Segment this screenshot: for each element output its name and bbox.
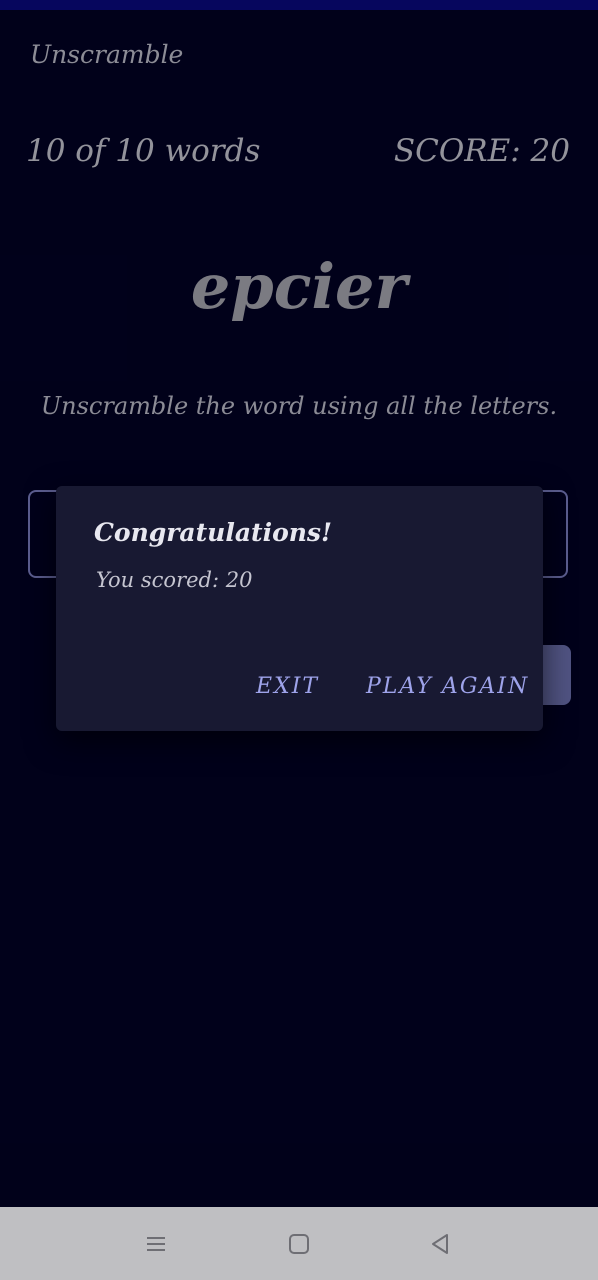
back-icon[interactable] xyxy=(425,1229,455,1259)
dialog-message: You scored: 20 xyxy=(96,568,253,592)
home-icon[interactable] xyxy=(284,1229,314,1259)
menu-icon[interactable] xyxy=(141,1229,171,1259)
play-again-button[interactable]: PLAY AGAIN xyxy=(366,674,529,699)
exit-button[interactable]: EXIT xyxy=(256,674,319,699)
system-nav-bar xyxy=(0,1207,598,1280)
dialog-title: Congratulations! xyxy=(94,518,332,547)
score-dialog: Congratulations! You scored: 20 EXIT PLA… xyxy=(56,486,543,731)
